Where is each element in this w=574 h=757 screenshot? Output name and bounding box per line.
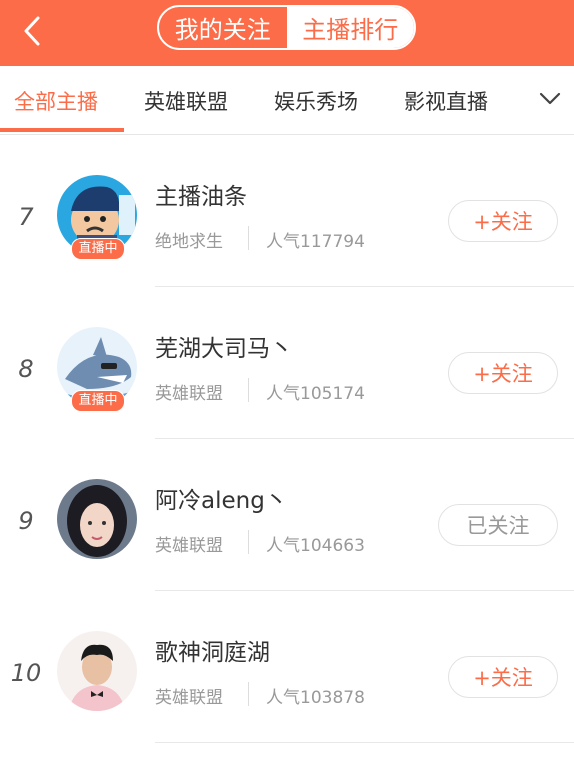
live-badge: 直播中 bbox=[71, 390, 125, 412]
category-tabs: 全部主播 英雄联盟 娱乐秀场 影视直播 bbox=[0, 66, 574, 135]
separator bbox=[248, 530, 249, 554]
popularity-count: 人气103878 bbox=[266, 688, 365, 708]
follow-button[interactable]: +关注 bbox=[448, 656, 558, 698]
popularity-count: 人气104663 bbox=[266, 536, 365, 556]
followed-button[interactable]: 已关注 bbox=[438, 504, 558, 546]
streamer-name[interactable]: 芜湖大司马丶 bbox=[155, 329, 293, 363]
portrait-avatar-icon bbox=[57, 479, 137, 559]
avatar[interactable] bbox=[57, 479, 137, 559]
list-item[interactable]: 10 歌神洞庭湖 英雄联盟 人气103878 +关注 bbox=[0, 591, 574, 743]
avatar[interactable] bbox=[57, 631, 137, 711]
follow-button[interactable]: +关注 bbox=[448, 200, 558, 242]
active-tab-indicator bbox=[0, 128, 124, 132]
streamer-category: 英雄联盟 bbox=[155, 384, 223, 404]
streamer-category: 英雄联盟 bbox=[155, 688, 223, 708]
tab-league-of-legends[interactable]: 英雄联盟 bbox=[144, 86, 228, 116]
streamer-name[interactable]: 阿冷aleng丶 bbox=[155, 481, 288, 515]
top-bar: 我的关注 主播排行 bbox=[0, 0, 574, 66]
rank-number: 9 bbox=[18, 507, 34, 535]
segment-control: 我的关注 主播排行 bbox=[157, 5, 416, 50]
tab-movie-live[interactable]: 影视直播 bbox=[404, 86, 488, 116]
popularity-count: 人气117794 bbox=[266, 232, 365, 252]
rank-number: 10 bbox=[10, 659, 42, 687]
separator bbox=[248, 682, 249, 706]
separator bbox=[248, 226, 249, 250]
separator bbox=[248, 378, 249, 402]
popularity-count: 人气105174 bbox=[266, 384, 365, 404]
follow-button[interactable]: +关注 bbox=[448, 352, 558, 394]
portrait-avatar-icon bbox=[57, 631, 137, 711]
segment-my-follows[interactable]: 我的关注 bbox=[159, 7, 287, 48]
rank-number: 8 bbox=[18, 355, 34, 383]
chevron-down-icon[interactable] bbox=[538, 90, 562, 108]
divider bbox=[155, 742, 574, 743]
list-item[interactable]: 7 直播中 主播油条 绝地求生 人气117794 +关注 bbox=[0, 135, 574, 287]
list-item[interactable]: 9 阿冷aleng丶 英雄联盟 人气104663 已关注 bbox=[0, 439, 574, 591]
rank-number: 7 bbox=[18, 203, 34, 231]
streamer-name[interactable]: 主播油条 bbox=[155, 177, 247, 211]
back-arrow-icon[interactable] bbox=[18, 14, 48, 48]
list-item[interactable]: 8 直播中 芜湖大司马丶 英雄联盟 人气105174 +关注 bbox=[0, 287, 574, 439]
segment-streamer-ranking[interactable]: 主播排行 bbox=[286, 7, 414, 48]
live-badge: 直播中 bbox=[71, 238, 125, 260]
tab-all-streamers[interactable]: 全部主播 bbox=[14, 86, 98, 116]
tab-entertainment[interactable]: 娱乐秀场 bbox=[274, 86, 358, 116]
streamer-category: 英雄联盟 bbox=[155, 536, 223, 556]
streamer-category: 绝地求生 bbox=[155, 232, 223, 252]
streamer-name[interactable]: 歌神洞庭湖 bbox=[155, 633, 270, 667]
